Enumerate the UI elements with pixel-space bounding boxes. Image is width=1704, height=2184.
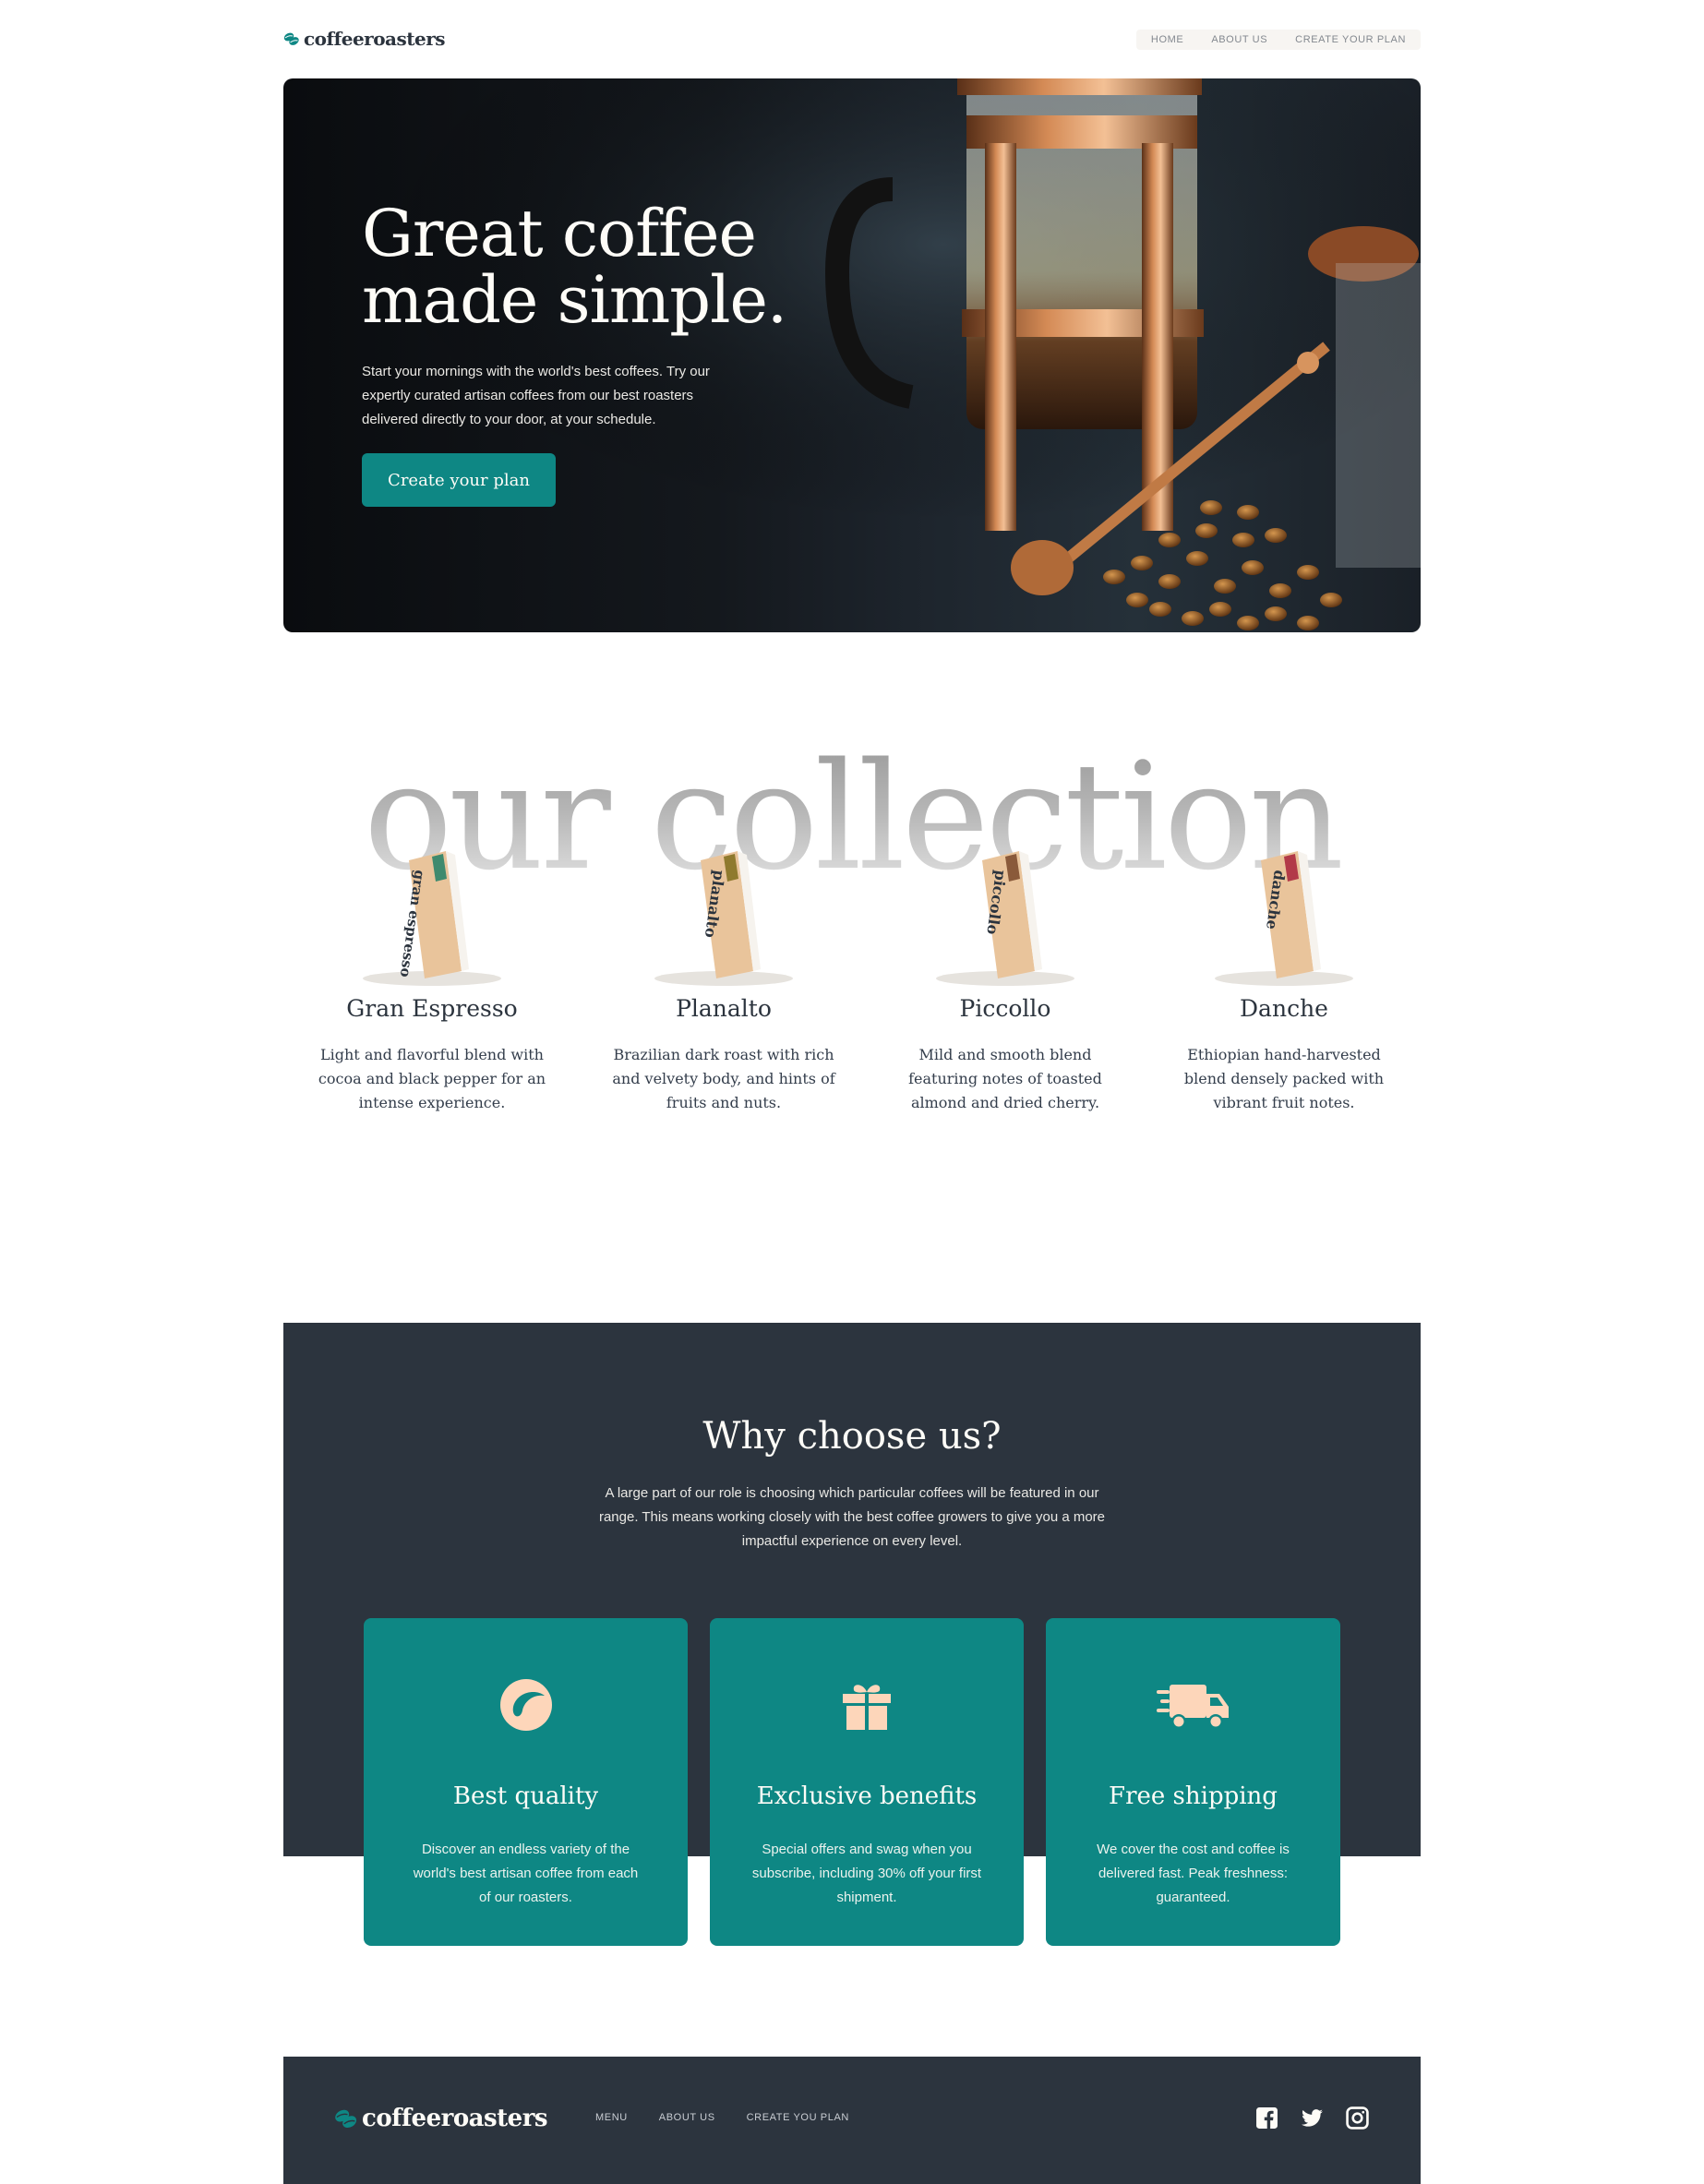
footer-logo-text: coffeeroasters (362, 2105, 548, 2132)
gift-icon (843, 1685, 891, 1730)
hero-title-line-1: Great coffee (362, 196, 757, 271)
coffee-bag-image: piccollo (936, 851, 1074, 986)
coffee-bag-image: planalto (654, 851, 793, 986)
product-description: Mild and smooth blend featuring notes of… (908, 1046, 1102, 1111)
coffee-logo-icon (283, 32, 299, 45)
product-name: Danche (1240, 995, 1328, 1022)
benefit-card-exclusive-benefits: Exclusive benefits Special offers and sw… (710, 1618, 1024, 1946)
logo-text: coffeeroasters (304, 28, 446, 50)
coffee-logo-icon (335, 2109, 357, 2128)
coffee-bean-icon (499, 1679, 552, 1731)
benefit-title: Free shipping (1109, 1782, 1278, 1810)
product-description: Ethiopian hand-harvested blend densely p… (1183, 1046, 1385, 1111)
product-gran-espresso[interactable]: gran espresso Gran Espresso Light and fl… (303, 831, 561, 1126)
benefit-cards: Best quality Discover an endless variety… (283, 1618, 1421, 1946)
logo[interactable]: coffeeroasters (283, 26, 446, 52)
truck-icon (1156, 1685, 1229, 1729)
hero-title-line-2: made simple. (362, 262, 787, 338)
nav-create-your-plan[interactable]: CREATE YOUR PLAN (1295, 34, 1406, 45)
product-danche[interactable]: danche Danche Ethiopian hand-harvested b… (1155, 831, 1413, 1126)
product-planalto[interactable]: planalto Planalto Brazilian dark roast w… (594, 831, 853, 1126)
main-nav: HOME ABOUT US CREATE YOUR PLAN (1135, 30, 1421, 50)
benefit-card-free-shipping: Free shipping We cover the cost and coff… (1046, 1618, 1340, 1946)
nav-about-us[interactable]: ABOUT US (1211, 34, 1267, 45)
benefit-text: Discover an endless variety of the world… (413, 1842, 639, 1905)
footer-nav: MENU ABOUT US CREATE YOU PLAN (595, 2112, 849, 2123)
coffee-bag-image: gran espresso (363, 851, 501, 986)
benefit-title: Best quality (452, 1782, 599, 1810)
footer-nav-create-plan[interactable]: CREATE YOU PLAN (747, 2112, 849, 2123)
product-description: Brazilian dark roast with rich and velve… (612, 1046, 835, 1111)
hero-description: Start your mornings with the world's bes… (362, 364, 710, 427)
product-list: gran espresso Gran Espresso Light and fl… (283, 831, 1421, 1126)
product-name: Piccollo (959, 995, 1051, 1022)
product-piccollo[interactable]: piccollo Piccollo Mild and smooth blend … (876, 831, 1134, 1126)
hero-coffee-press-image (283, 78, 1421, 632)
why-intro: A large part of our role is choosing whi… (598, 1485, 1106, 1549)
benefit-text: Special offers and swag when you subscri… (751, 1842, 982, 1905)
twitter-icon[interactable] (1301, 2106, 1324, 2130)
benefit-card-best-quality: Best quality Discover an endless variety… (364, 1618, 688, 1946)
site-footer: coffeeroasters MENU ABOUT US CREATE YOU … (283, 2057, 1421, 2184)
product-name: Gran Espresso (346, 995, 518, 1022)
product-description: Light and flavorful blend with cocoa and… (318, 1046, 546, 1111)
hero-title: Great coffee made simple. (362, 200, 842, 333)
create-plan-button[interactable]: Create your plan (362, 453, 556, 507)
instagram-icon[interactable] (1346, 2106, 1369, 2130)
why-title: Why choose us? (702, 1415, 1002, 1458)
hero: Great coffee made simple. Start your mor… (283, 78, 1421, 632)
facebook-icon[interactable] (1255, 2106, 1278, 2130)
product-name: Planalto (676, 995, 772, 1022)
footer-logo[interactable]: coffeeroasters (334, 2105, 548, 2132)
site-header: coffeeroasters HOME ABOUT US CREATE YOUR… (283, 26, 1421, 52)
benefit-text: We cover the cost and coffee is delivere… (1097, 1842, 1290, 1905)
footer-nav-menu[interactable]: MENU (595, 2112, 628, 2123)
footer-nav-about-us[interactable]: ABOUT US (659, 2112, 715, 2123)
coffee-bag-image: danche (1215, 851, 1353, 986)
nav-home[interactable]: HOME (1151, 34, 1183, 45)
benefit-title: Exclusive benefits (756, 1782, 978, 1810)
social-links (1255, 2106, 1369, 2130)
